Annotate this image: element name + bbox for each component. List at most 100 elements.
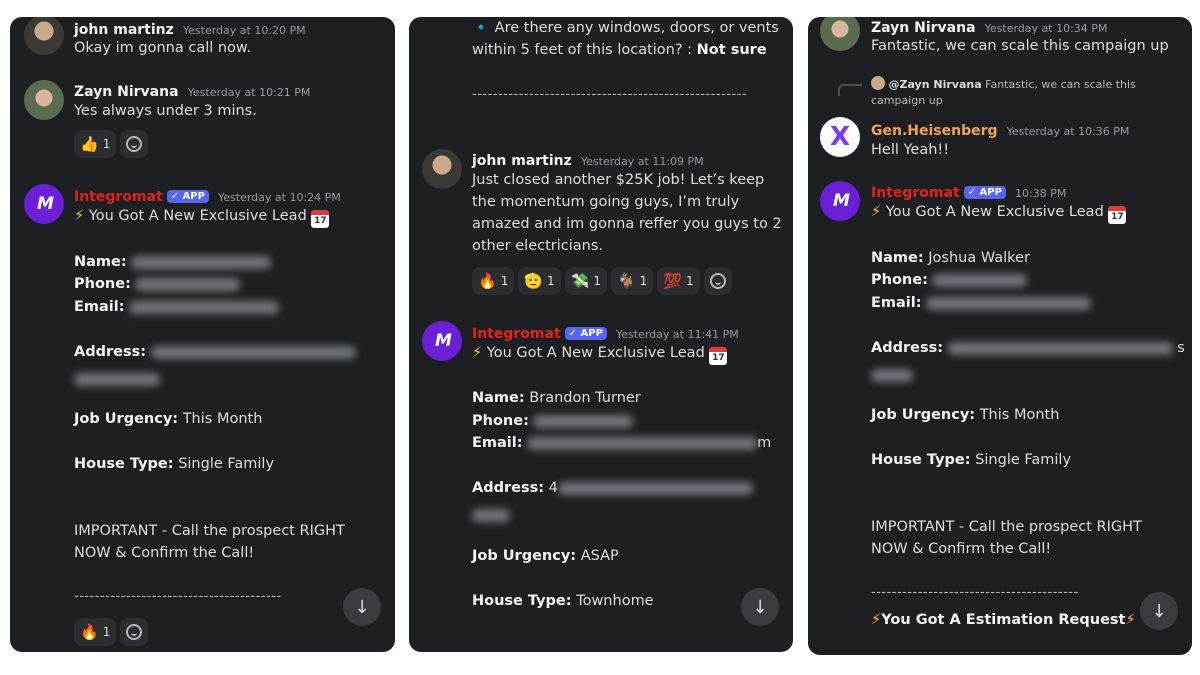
timestamp: Yesterday at 10:36 PM [1006, 125, 1130, 138]
field-label: Job Urgency: [74, 411, 179, 427]
scroll-to-bottom-button[interactable]: ↓ [343, 588, 381, 626]
message-text: Just closed another $25K job! Let’s keep… [472, 172, 782, 254]
bolt-icon: ⚡ [472, 345, 483, 361]
hundred-icon: 💯 [663, 272, 682, 290]
field-label: House Type: [472, 593, 572, 609]
timestamp: Yesterday at 11:41 PM [616, 328, 739, 341]
author-name[interactable]: john martinz [74, 22, 174, 38]
important-note: IMPORTANT - Call the prospect RIGHT NOW … [871, 519, 1142, 557]
redacted-value [871, 369, 913, 382]
question-text: 🔹 Are there any windows, doors, or vents… [472, 17, 782, 61]
author-name[interactable]: Gen.Heisenberg [871, 123, 998, 139]
redacted-value [926, 296, 1092, 310]
field-label: Name: [74, 254, 127, 270]
reaction-count: 1 [547, 274, 555, 288]
scroll-to-bottom-button[interactable]: ↓ [741, 588, 779, 626]
reaction-money[interactable]: 💸 1 [564, 267, 607, 295]
headline-text: You Got A New Exclusive Lead [88, 208, 307, 224]
author-name[interactable]: Integromat [472, 326, 561, 342]
calendar-icon: 17 [311, 210, 330, 228]
field-value: s [1177, 340, 1185, 356]
reaction-fire[interactable]: 🔥 1 [74, 618, 117, 646]
field-label: Phone: [472, 413, 529, 429]
field-label: Address: [472, 480, 545, 496]
app-badge: ✓ APP [963, 186, 1006, 199]
redacted-value [150, 345, 356, 359]
reaction-count: 1 [639, 274, 648, 288]
salute-face-icon: 🫡 [524, 272, 544, 290]
avatar-integromat[interactable]: M [820, 181, 860, 221]
x-logo-icon: X [829, 122, 851, 152]
field-label: Email: [871, 295, 922, 311]
divider-text: ----------------------------------------… [472, 87, 748, 102]
reaction-fire[interactable]: 🔥 1 [472, 267, 515, 295]
reply-preview[interactable]: @Zayn Nirvana Fantastic, we can scale th… [871, 76, 1181, 109]
lead-urgency-row: Job Urgency: This Month [871, 404, 1059, 426]
reaction-bar: 🔥 1 🫡 1 💸 1 🐐 1 💯 1 [472, 267, 732, 295]
lead-email-row: Email: m [472, 432, 771, 454]
arrow-down-icon: ↓ [354, 596, 370, 618]
field-value: This Month [979, 407, 1060, 423]
reaction-thumbs-up[interactable]: 👍 1 [74, 130, 117, 158]
author-name[interactable]: john martinz [472, 153, 572, 169]
message-text: Fantastic, we can scale this campaign up [871, 38, 1169, 54]
redacted-value [129, 300, 280, 314]
reaction-count: 1 [593, 274, 601, 288]
reaction-salute[interactable]: 🫡 1 [518, 267, 561, 295]
reaction-goat[interactable]: 🐐 1 [610, 267, 654, 295]
lead-house-row: House Type: Townhome [472, 590, 654, 612]
lead-name-row: Name: Joshua Walker [871, 247, 1030, 269]
calendar-icon: 17 [1108, 206, 1127, 224]
reply-mention[interactable]: @Zayn Nirvana [889, 78, 982, 91]
question-answer: Not sure [696, 42, 767, 58]
estimation-text: You Got A Estimation Request [881, 612, 1126, 628]
avatar-john-martinz[interactable] [24, 17, 64, 55]
mini-avatar [871, 76, 885, 90]
avatar-john-martinz[interactable] [422, 149, 462, 189]
bolt-icon: ⚡ [871, 204, 882, 220]
field-value: ASAP [580, 548, 619, 564]
field-label: Address: [74, 344, 147, 360]
lead-urgency-row: Job Urgency: This Month [74, 408, 262, 430]
lead-address-row: Address: 4 [472, 477, 753, 499]
timestamp: Yesterday at 10:20 PM [182, 24, 306, 37]
avatar-integromat[interactable]: M [24, 184, 64, 224]
lead-phone-row: Phone: [472, 410, 634, 432]
redacted-value [472, 509, 510, 522]
reaction-count: 1 [102, 625, 111, 639]
avatar-zayn-nirvana[interactable] [820, 17, 860, 51]
lead-house-row: House Type: Single Family [74, 453, 274, 475]
reaction-count: 1 [686, 274, 694, 288]
lead-address-row: Address: [74, 341, 356, 363]
redacted-value [932, 273, 1028, 287]
add-reaction-button[interactable] [120, 130, 149, 158]
fire-icon: 🔥 [80, 623, 99, 641]
field-label: Address: [871, 340, 944, 356]
lead-headline: ⚡ You Got A New Exclusive Lead 17 [472, 342, 728, 365]
avatar-zayn-nirvana[interactable] [24, 80, 64, 120]
add-reaction-button[interactable] [703, 267, 732, 295]
redacted-value [131, 255, 272, 269]
avatar-integromat[interactable]: M [422, 321, 462, 361]
reaction-100[interactable]: 💯 1 [657, 267, 700, 295]
reaction-bar: 👍 1 [74, 130, 149, 158]
author-name[interactable]: Integromat [74, 189, 163, 205]
redacted-value [533, 414, 634, 428]
message-text: Okay im gonna call now. [74, 40, 252, 56]
author-name[interactable]: Integromat [871, 185, 960, 201]
scroll-to-bottom-button[interactable]: ↓ [1140, 592, 1178, 630]
author-name[interactable]: Zayn Nirvana [74, 84, 179, 100]
field-value: Single Family [178, 456, 275, 472]
field-label: Phone: [74, 276, 131, 292]
author-name[interactable]: Zayn Nirvana [871, 20, 976, 36]
lead-urgency-row: Job Urgency: ASAP [472, 545, 619, 567]
redacted-value [557, 481, 753, 495]
bolt-icon: ⚡ [871, 612, 882, 628]
avatar-gen-heisenberg[interactable]: X [820, 117, 860, 157]
smile-icon [126, 136, 143, 152]
redacted-value [135, 277, 241, 291]
add-reaction-button[interactable] [120, 618, 149, 646]
field-label: Job Urgency: [472, 548, 577, 564]
field-value: Townhome [576, 593, 654, 609]
lead-name-row: Name: [74, 251, 272, 273]
